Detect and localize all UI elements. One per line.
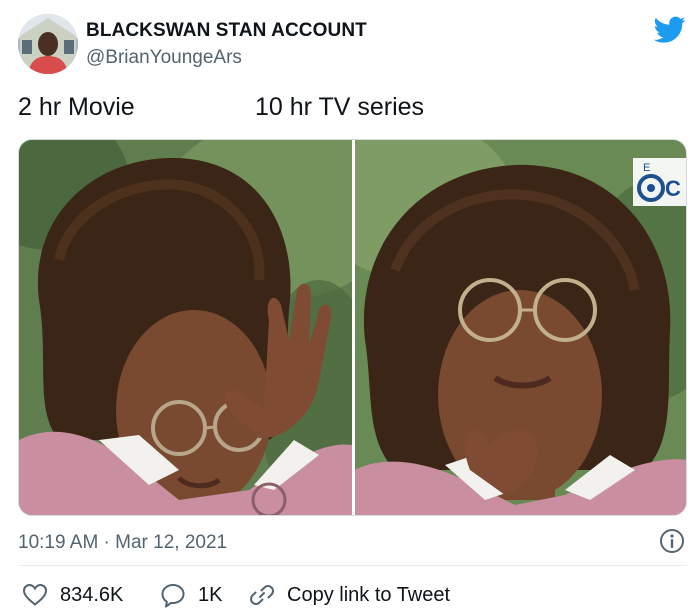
twitter-bird-icon	[653, 16, 686, 44]
like-count: 834.6K	[60, 583, 124, 606]
avatar[interactable]	[18, 14, 78, 74]
user-handle[interactable]: @BrianYoungeArs	[86, 47, 242, 69]
tweet-media[interactable]: E C	[18, 139, 687, 516]
copy-link-button[interactable]: Copy link to Tweet	[249, 581, 450, 609]
info-icon[interactable]	[659, 528, 685, 554]
divider	[18, 565, 687, 566]
tweet-text-left: 2 hr Movie	[18, 93, 135, 121]
photo-right[interactable]: E C	[355, 140, 686, 515]
heart-icon	[22, 583, 48, 606]
tweet-text-right: 10 hr TV series	[255, 93, 425, 121]
display-name[interactable]: BLACKSWAN STAN ACCOUNT	[86, 20, 367, 42]
tweet-card: BLACKSWAN STAN ACCOUNT @BrianYoungeArs 2…	[0, 0, 700, 612]
svg-text:C: C	[665, 176, 681, 201]
reply-icon	[161, 584, 185, 608]
reply-button[interactable]: 1K	[160, 581, 222, 609]
tweet-timestamp[interactable]: 10:19 AM · Mar 12, 2021	[18, 532, 227, 554]
svg-text:E: E	[643, 162, 650, 174]
copy-link-label: Copy link to Tweet	[287, 583, 451, 606]
link-icon	[250, 585, 274, 605]
photo-left[interactable]	[19, 140, 352, 515]
like-button[interactable]: 834.6K	[22, 581, 123, 609]
reply-count: 1K	[198, 583, 223, 606]
